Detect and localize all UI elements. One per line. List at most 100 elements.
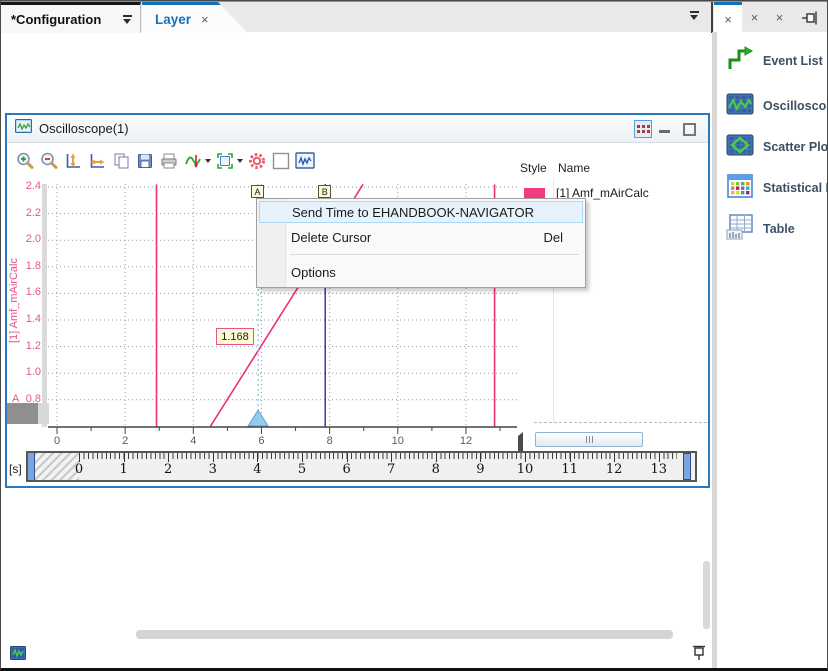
embedded-view-toggle-icon[interactable]	[634, 120, 652, 138]
zoom-out-button[interactable]	[37, 149, 60, 173]
dropdown-arrow-icon[interactable]	[237, 159, 243, 163]
pin-icon[interactable]	[801, 10, 819, 31]
x-tick-label: 4	[181, 435, 205, 447]
fit-vertical-button[interactable]	[61, 149, 84, 173]
y-axis-title: [1] Amf_mAirCalc	[7, 231, 21, 371]
palette-item-statistical-data[interactable]: Statistical Data	[717, 172, 828, 204]
panel-tab-1-close-icon[interactable]: ×	[724, 13, 732, 26]
menu-item-options[interactable]: Options	[259, 261, 583, 283]
tab-dropdown-icon[interactable]	[123, 15, 132, 24]
palette-item-label: Statistical Data	[763, 181, 828, 195]
window-title-bar[interactable]: Oscilloscope(1)	[7, 115, 708, 143]
palette-item-scatter-plot[interactable]: Scatter Plot	[717, 131, 828, 163]
main-vscrollbar-thumb[interactable]	[703, 561, 710, 629]
palette-item-event-list[interactable]: Event List	[717, 45, 828, 77]
bottom-pin-icon[interactable]	[692, 645, 706, 666]
zoom-in-button[interactable]	[13, 149, 36, 173]
palette-item-oscilloscope[interactable]: Oscilloscope	[717, 90, 828, 122]
window-title: Oscilloscope(1)	[39, 121, 129, 136]
ruler-tick-label: 0	[67, 462, 91, 477]
signal-display-mode-button[interactable]	[181, 149, 212, 173]
ruler-tick	[614, 453, 615, 462]
ruler-tick-label: 9	[468, 462, 492, 477]
y-tick-label: 2.4	[9, 180, 41, 192]
panel-tab-2[interactable]: ×	[742, 2, 767, 33]
menu-item-delete-cursor[interactable]: Delete Cursor Del	[259, 226, 583, 248]
tab-overflow-icon[interactable]	[690, 11, 699, 20]
tab-layer[interactable]: Layer ×	[142, 2, 248, 33]
ruler-tick	[391, 453, 392, 462]
ruler-tick-label: 3	[201, 462, 225, 477]
dropdown-arrow-icon[interactable]	[205, 159, 211, 163]
context-menu: Send Time to EHANDBOOK-NAVIGATOR Delete …	[256, 198, 586, 288]
oscilloscope-window: Oscilloscope(1)	[5, 113, 710, 488]
menu-item-label: Options	[291, 265, 336, 280]
palette-item-label: Event List	[763, 54, 823, 68]
scatter-plot-icon	[726, 133, 754, 162]
ruler-tick	[79, 453, 80, 462]
y-tick-label: 2.2	[9, 207, 41, 219]
ruler-unit-label: [s]	[9, 462, 22, 476]
menu-item-shortcut: Del	[543, 230, 583, 245]
ruler-tick-label: 2	[156, 462, 180, 477]
ruler-tick	[302, 453, 303, 462]
palette-item-table[interactable]: Table	[717, 213, 828, 245]
list-hscrollbar-thumb[interactable]	[535, 432, 643, 447]
status-oscilloscope-icon[interactable]	[10, 646, 26, 665]
ruler-tick	[347, 453, 348, 462]
oscilloscope-toolbar	[7, 144, 708, 178]
x-tick-label: 0	[45, 435, 69, 447]
event-list-icon	[726, 45, 754, 78]
tab-layer-label: Layer	[155, 12, 191, 27]
x-tick-label: 10	[386, 435, 410, 447]
x-tick-label: 2	[113, 435, 137, 447]
signal-list-name-header[interactable]: Name	[558, 161, 590, 175]
ruler-tick	[257, 453, 258, 462]
document-tab-bar: *Configuration Layer × × × ×	[1, 1, 827, 32]
tab-configuration[interactable]: *Configuration	[1, 2, 141, 33]
table-icon	[726, 214, 754, 245]
menu-item-send-time[interactable]: Send Time to EHANDBOOK-NAVIGATOR	[259, 201, 583, 223]
ruler-right-cap[interactable]	[683, 453, 691, 480]
signal-list-style-header[interactable]: Style	[520, 161, 547, 175]
main-hscrollbar-thumb[interactable]	[136, 630, 673, 639]
time-ruler[interactable]: 012345678910111213	[26, 451, 697, 482]
ruler-tick	[213, 453, 214, 462]
cursor-value-label: 1.168	[216, 328, 254, 345]
measure-window-button[interactable]	[213, 149, 244, 173]
corner-scrollbar-thumb[interactable]	[7, 403, 38, 424]
print-button[interactable]	[157, 149, 180, 173]
application-window: *Configuration Layer × × × ×	[0, 0, 828, 671]
panel-tab-1[interactable]: ×	[714, 2, 742, 33]
window-oscilloscope-icon	[15, 119, 32, 139]
ruler-tick	[570, 453, 571, 462]
panel-tab-3[interactable]: ×	[767, 2, 792, 33]
x-tick-label: 8	[318, 435, 342, 447]
panel-tab-2-close-icon[interactable]: ×	[751, 11, 759, 24]
save-button[interactable]	[133, 149, 156, 173]
signal-list-drop-hint	[534, 422, 707, 423]
instrument-palette: Event List Oscilloscope Scatter Plot	[717, 32, 828, 669]
ruler-tick-label: 13	[647, 462, 671, 477]
y-axis-strip[interactable]	[42, 184, 47, 427]
ruler-tick-label: 1	[112, 462, 136, 477]
x-axis-labels: 024681012	[48, 435, 517, 449]
maximize-button[interactable]	[683, 123, 696, 136]
minimize-button[interactable]	[659, 130, 670, 133]
panel-tab-3-close-icon[interactable]: ×	[776, 11, 784, 24]
oscilloscope-view-button[interactable]	[293, 149, 316, 173]
cursor-b-flag[interactable]: B	[318, 185, 331, 198]
fit-horizontal-button[interactable]	[85, 149, 108, 173]
settings-gear-button[interactable]	[245, 149, 268, 173]
background-color-button[interactable]	[269, 149, 292, 173]
ruler-tick-label: 12	[602, 462, 626, 477]
cursor-a-flag[interactable]: A	[251, 185, 264, 198]
ruler-left-cap[interactable]	[28, 453, 35, 480]
menu-item-label: Delete Cursor	[291, 230, 371, 245]
menu-item-label: Send Time to EHANDBOOK-NAVIGATOR	[292, 205, 534, 220]
ruler-tick	[480, 453, 481, 462]
ruler-tick-label: 6	[335, 462, 359, 477]
statistical-data-icon	[726, 173, 754, 204]
copy-button[interactable]	[109, 149, 132, 173]
tab-close-icon[interactable]: ×	[201, 13, 209, 26]
